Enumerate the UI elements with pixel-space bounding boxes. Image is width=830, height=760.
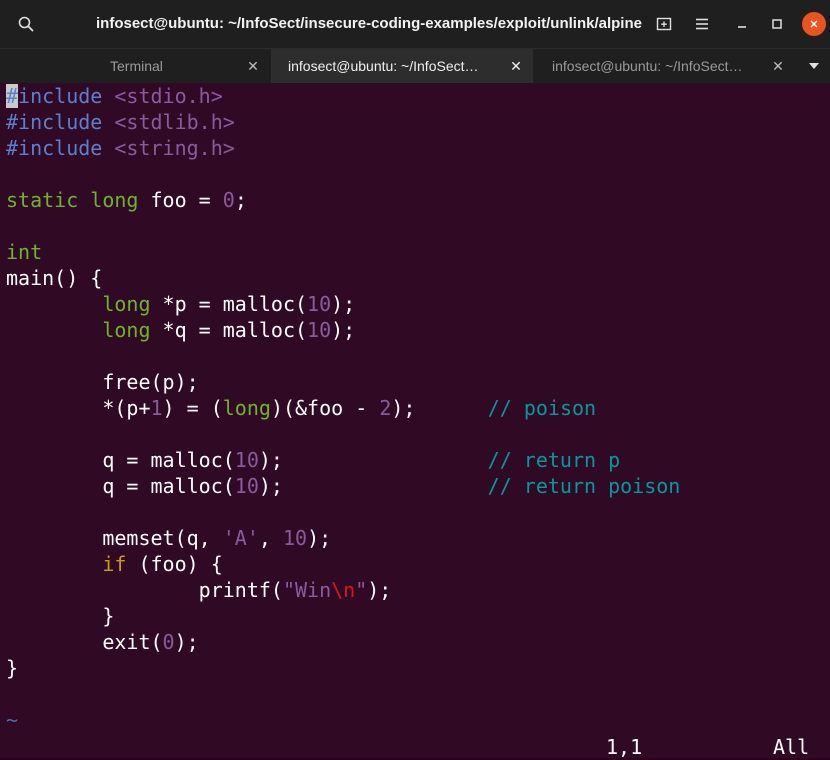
code-line-8: main() { <box>6 266 103 290</box>
tab-close-icon[interactable]: ✕ <box>508 49 524 83</box>
hamburger-menu-icon <box>696 18 708 30</box>
code-line-7: int <box>6 240 43 264</box>
tab-label: infosect@ubuntu: ~/InfoSect… <box>288 58 479 74</box>
code-line-2: #include <stdlib.h> <box>6 110 235 134</box>
code-comment: // poison <box>487 396 597 420</box>
code-comment: // return poison <box>487 474 681 498</box>
maximize-button[interactable] <box>761 8 793 40</box>
menu-button[interactable] <box>686 8 718 40</box>
code-line-16: q = malloc(10); // return poison <box>102 474 681 498</box>
new-tab-button[interactable] <box>648 8 680 40</box>
code-line-1: #include <stdio.h> <box>6 84 223 108</box>
tab-terminal[interactable]: Terminal ✕ <box>0 49 270 83</box>
minimize-button[interactable] <box>726 8 758 40</box>
tab-third[interactable]: infosect@ubuntu: ~/InfoSect… ✕ <box>534 49 800 83</box>
tab-active[interactable]: infosect@ubuntu: ~/InfoSect… ✕ <box>271 49 533 83</box>
code-line-18: memset(q, 'A', 10); <box>102 526 332 550</box>
code-line-19: if (foo) { <box>102 552 223 576</box>
close-icon <box>810 20 818 28</box>
header-bar: infosect@ubuntu: ~/InfoSect/insecure-cod… <box>0 0 830 48</box>
code-line-15: q = malloc(10); // return p <box>102 448 621 472</box>
tab-close-icon[interactable]: ✕ <box>245 49 261 83</box>
code-line-9: long *p = malloc(10); <box>102 292 356 316</box>
tabs-bar: Terminal ✕ infosect@ubuntu: ~/InfoSect… … <box>0 48 830 83</box>
minimize-icon <box>738 26 746 28</box>
code-line-23: } <box>6 656 19 680</box>
tab-label: infosect@ubuntu: ~/InfoSect… <box>552 58 743 74</box>
code-line-20: printf("Win\n"); <box>198 578 392 602</box>
maximize-icon <box>772 19 782 29</box>
code-line-13: *(p+1) = (long)(&foo - 2); // poison <box>102 396 597 420</box>
cursor-position: 1,1 <box>606 735 643 759</box>
search-icon <box>18 16 34 32</box>
chevron-down-icon <box>809 63 819 69</box>
empty-line-marker: ~ <box>6 708 19 732</box>
code-line-21: } <box>102 604 115 628</box>
code-line-10: long *q = malloc(10); <box>102 318 356 342</box>
code-line-12: free(p); <box>102 370 199 394</box>
text-cursor: # <box>6 84 19 108</box>
code-line-5: static long foo = 0; <box>6 188 247 212</box>
tab-close-icon[interactable]: ✕ <box>770 49 786 83</box>
scroll-indicator: All <box>773 735 810 759</box>
terminal-window: infosect@ubuntu: ~/InfoSect/insecure-cod… <box>0 0 830 759</box>
tabs-menu-button[interactable] <box>800 49 828 83</box>
new-tab-icon <box>656 17 672 31</box>
code-line-22: exit(0); <box>102 630 199 654</box>
search-button[interactable] <box>10 8 42 40</box>
code-comment: // return p <box>487 448 621 472</box>
code-line-3: #include <string.h> <box>6 136 235 160</box>
terminal-content[interactable]: #include <stdio.h> #include <stdlib.h> #… <box>0 83 830 759</box>
window-title: infosect@ubuntu: ~/InfoSect/insecure-cod… <box>96 15 642 32</box>
tab-label: Terminal <box>110 58 163 74</box>
close-button[interactable] <box>802 12 826 36</box>
